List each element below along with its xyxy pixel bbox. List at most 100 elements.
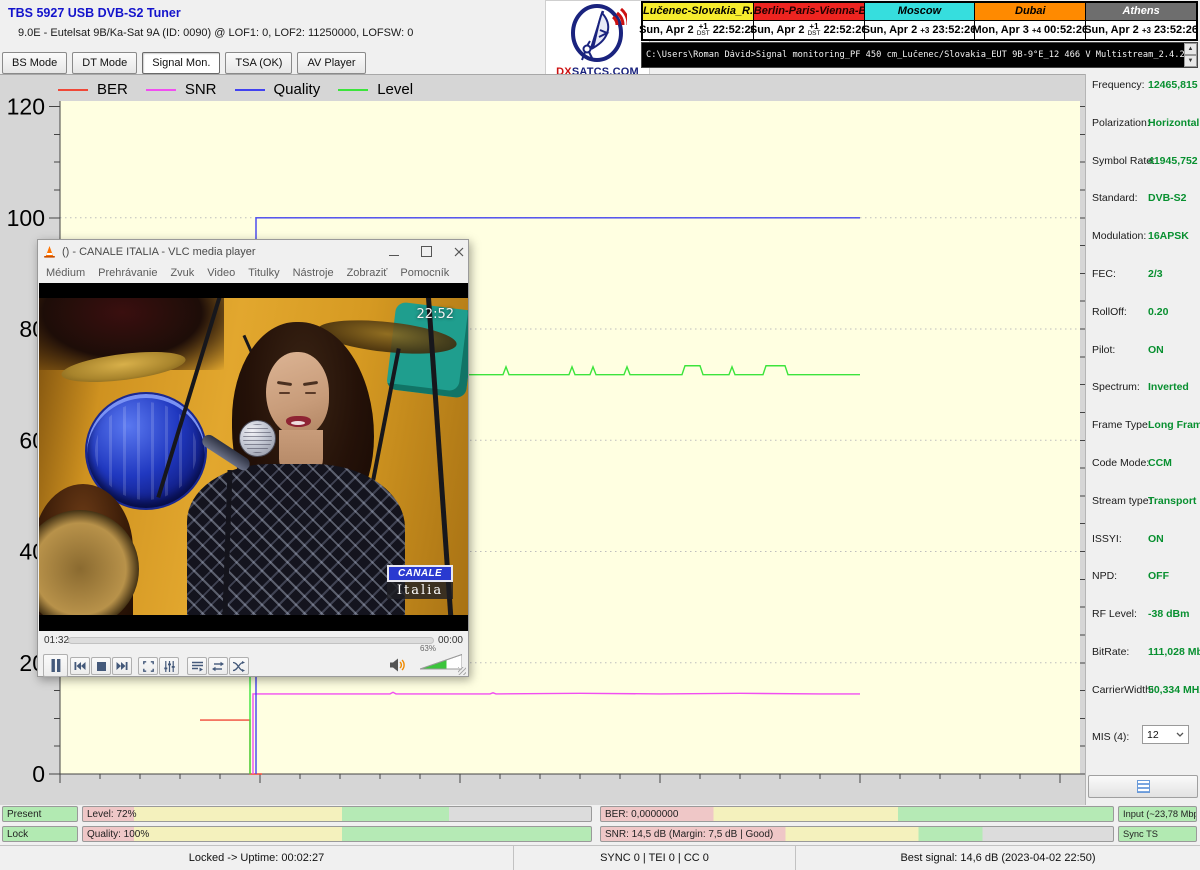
parameter-value: 12465,815 MHz [1148, 79, 1200, 91]
parameter-value: 16APSK [1148, 230, 1189, 242]
speaker-icon [390, 658, 406, 672]
volume-slider[interactable] [420, 654, 462, 670]
clock-hms: 23:52:26 [1154, 24, 1198, 36]
legend-swatch-snr [146, 89, 176, 91]
mis-dropdown[interactable]: 12 [1142, 725, 1189, 744]
satellite-subtitle: 9.0E - Eutelsat 9B/Ka-Sat 9A (ID: 0090) … [18, 27, 413, 39]
parameter-label: BitRate: [1092, 646, 1129, 658]
vlc-menu-video[interactable]: Video [207, 267, 235, 279]
parameter-label: Frame Type: [1092, 419, 1151, 431]
vlc-menu-n-stroje[interactable]: Nástroje [293, 267, 334, 279]
minimize-icon[interactable] [389, 248, 399, 256]
level-meter: Level: 72% [82, 806, 592, 822]
broadcast-clock-overlay: 22:52 [417, 307, 454, 322]
singer-sequin-top [187, 464, 405, 615]
tab-bs-mode[interactable]: BS Mode [2, 52, 67, 74]
clock-hms: 23:52:26 [932, 24, 976, 36]
clock-time-value: Sun, Apr 2+323:52:26 [1086, 21, 1196, 39]
fullscreen-button[interactable] [138, 657, 158, 675]
clock-date: Sun, Apr 2 [639, 24, 694, 36]
parameter-value: ON [1148, 533, 1164, 545]
scroll-up-icon[interactable]: ▲ [1184, 43, 1197, 55]
vlc-window[interactable]: () - CANALE ITALIA - VLC media player Mé… [37, 239, 469, 677]
shuffle-button[interactable] [229, 657, 249, 675]
microphone-head [239, 420, 276, 457]
extended-settings-button[interactable] [159, 657, 179, 675]
tab-tsa-ok[interactable]: TSA (OK) [225, 52, 292, 74]
signal-parameters-panel: Frequency:12465,815 MHzPolarization:Hori… [1085, 74, 1200, 805]
total-time: 00:00 [438, 635, 463, 646]
vlc-menu-zobrazi[interactable]: Zobraziť [347, 267, 388, 279]
app-title: TBS 5927 USB DVB-S2 Tuner [8, 6, 181, 20]
vlc-titlebar[interactable]: () - CANALE ITALIA - VLC media player [38, 240, 468, 263]
parameter-row-rolloff: RollOff:0.20 [1092, 306, 1198, 322]
parameter-row-frame-type: Frame Type:Long Frame [1092, 419, 1198, 435]
scroll-down-icon[interactable]: ▼ [1184, 55, 1197, 67]
seek-slider[interactable] [68, 637, 434, 644]
y-tick-label-100: 100 [7, 205, 45, 231]
present-indicator: Present [2, 806, 78, 822]
legend-label-level: Level [377, 81, 413, 98]
vlc-menu-bar: Médium Prehrávanie Zvuk Video Titulky Nástroj… [38, 263, 468, 283]
close-icon[interactable] [454, 247, 464, 257]
vlc-menu-m-dium[interactable]: Médium [46, 267, 85, 279]
tab-signal-mon[interactable]: Signal Mon. [142, 52, 220, 74]
clock-dst-flag: DST [807, 30, 820, 37]
clock-utc-offset: +1DST [697, 23, 710, 37]
loop-button[interactable] [208, 657, 228, 675]
stop-icon [97, 662, 106, 671]
elapsed-time: 01:32 [44, 635, 69, 646]
parameter-label: RF Level: [1092, 608, 1137, 620]
clock-utc-offset: +3 [920, 27, 929, 34]
clock-city-label: Dubai [975, 3, 1085, 21]
clock-city-label: Moscow [865, 3, 975, 21]
channel-logo: CANALE Italia [387, 565, 453, 599]
parameter-value: Horizontal [1148, 117, 1199, 129]
next-button[interactable] [112, 657, 132, 675]
vlc-video-area[interactable]: 22:52 CANALE Italia [39, 283, 468, 631]
tab-av-player[interactable]: AV Player [297, 52, 365, 74]
parameter-row-npd: NPD:OFF [1092, 570, 1198, 586]
snr-meter: SNR: 14,5 dB (Margin: 7,5 dB | Good) [600, 826, 1114, 842]
clock-city-label: Berlin-Paris-Vienna-Belgrade [754, 3, 864, 21]
mis-label: MIS (4): [1092, 731, 1129, 743]
list-icon [1137, 780, 1150, 793]
playlist-icon [192, 661, 203, 672]
clock-athens: AthensSun, Apr 2+323:52:26 [1086, 3, 1196, 39]
mis-selected-value: 12 [1147, 729, 1159, 741]
previous-icon [74, 661, 86, 671]
fullscreen-icon [143, 661, 154, 672]
app-window: TBS 5927 USB DVB-S2 Tuner 9.0E - Eutelsa… [0, 0, 1200, 870]
vlc-menu-titulky[interactable]: Titulky [248, 267, 279, 279]
pause-button[interactable] [43, 654, 68, 677]
best-signal-status: Best signal: 14,6 dB (2023-04-02 22:50) [796, 846, 1200, 870]
stream-list-button[interactable] [1088, 775, 1198, 798]
equalizer-icon [164, 661, 175, 672]
parameter-value: 2/3 [1148, 268, 1163, 280]
vlc-menu-zvuk[interactable]: Zvuk [170, 267, 194, 279]
y-tick-label-0: 0 [32, 761, 45, 787]
vlc-menu-prehr-vanie[interactable]: Prehrávanie [98, 267, 157, 279]
maximize-icon[interactable] [421, 246, 432, 257]
clock-utc-offset: +1DST [807, 23, 820, 37]
tab-dt-mode[interactable]: DT Mode [72, 52, 137, 74]
parameter-value: DVB-S2 [1148, 192, 1187, 204]
clock-date: Sun, Apr 2 [1084, 24, 1139, 36]
stop-button[interactable] [91, 657, 111, 675]
vlc-menu-pomocn-k[interactable]: Pomocník [400, 267, 449, 279]
resize-grip[interactable] [458, 667, 466, 675]
legend-swatch-quality [235, 89, 265, 91]
sync-ts-indicator: Sync TS [1118, 826, 1197, 842]
console-scrollbar[interactable]: ▲ ▼ [1184, 43, 1197, 67]
legend-item-level: Level [338, 81, 413, 98]
playlist-button[interactable] [187, 657, 207, 675]
y-tick-label-120: 120 [7, 94, 45, 120]
parameter-row-symbol-rate: Symbol Rate:41945,752 KS/s [1092, 155, 1198, 171]
ber-meter: BER: 0,0000000 [600, 806, 1114, 822]
satellite-dish-icon [569, 3, 627, 63]
parameter-value: -38 dBm [1148, 608, 1189, 620]
legend-label-snr: SNR [185, 81, 217, 98]
parameter-row-rf-level: RF Level: -38 dBm [1092, 608, 1198, 624]
previous-button[interactable] [70, 657, 90, 675]
parameter-row-bitrate: BitRate:111,028 Mbit/s [1092, 646, 1198, 662]
